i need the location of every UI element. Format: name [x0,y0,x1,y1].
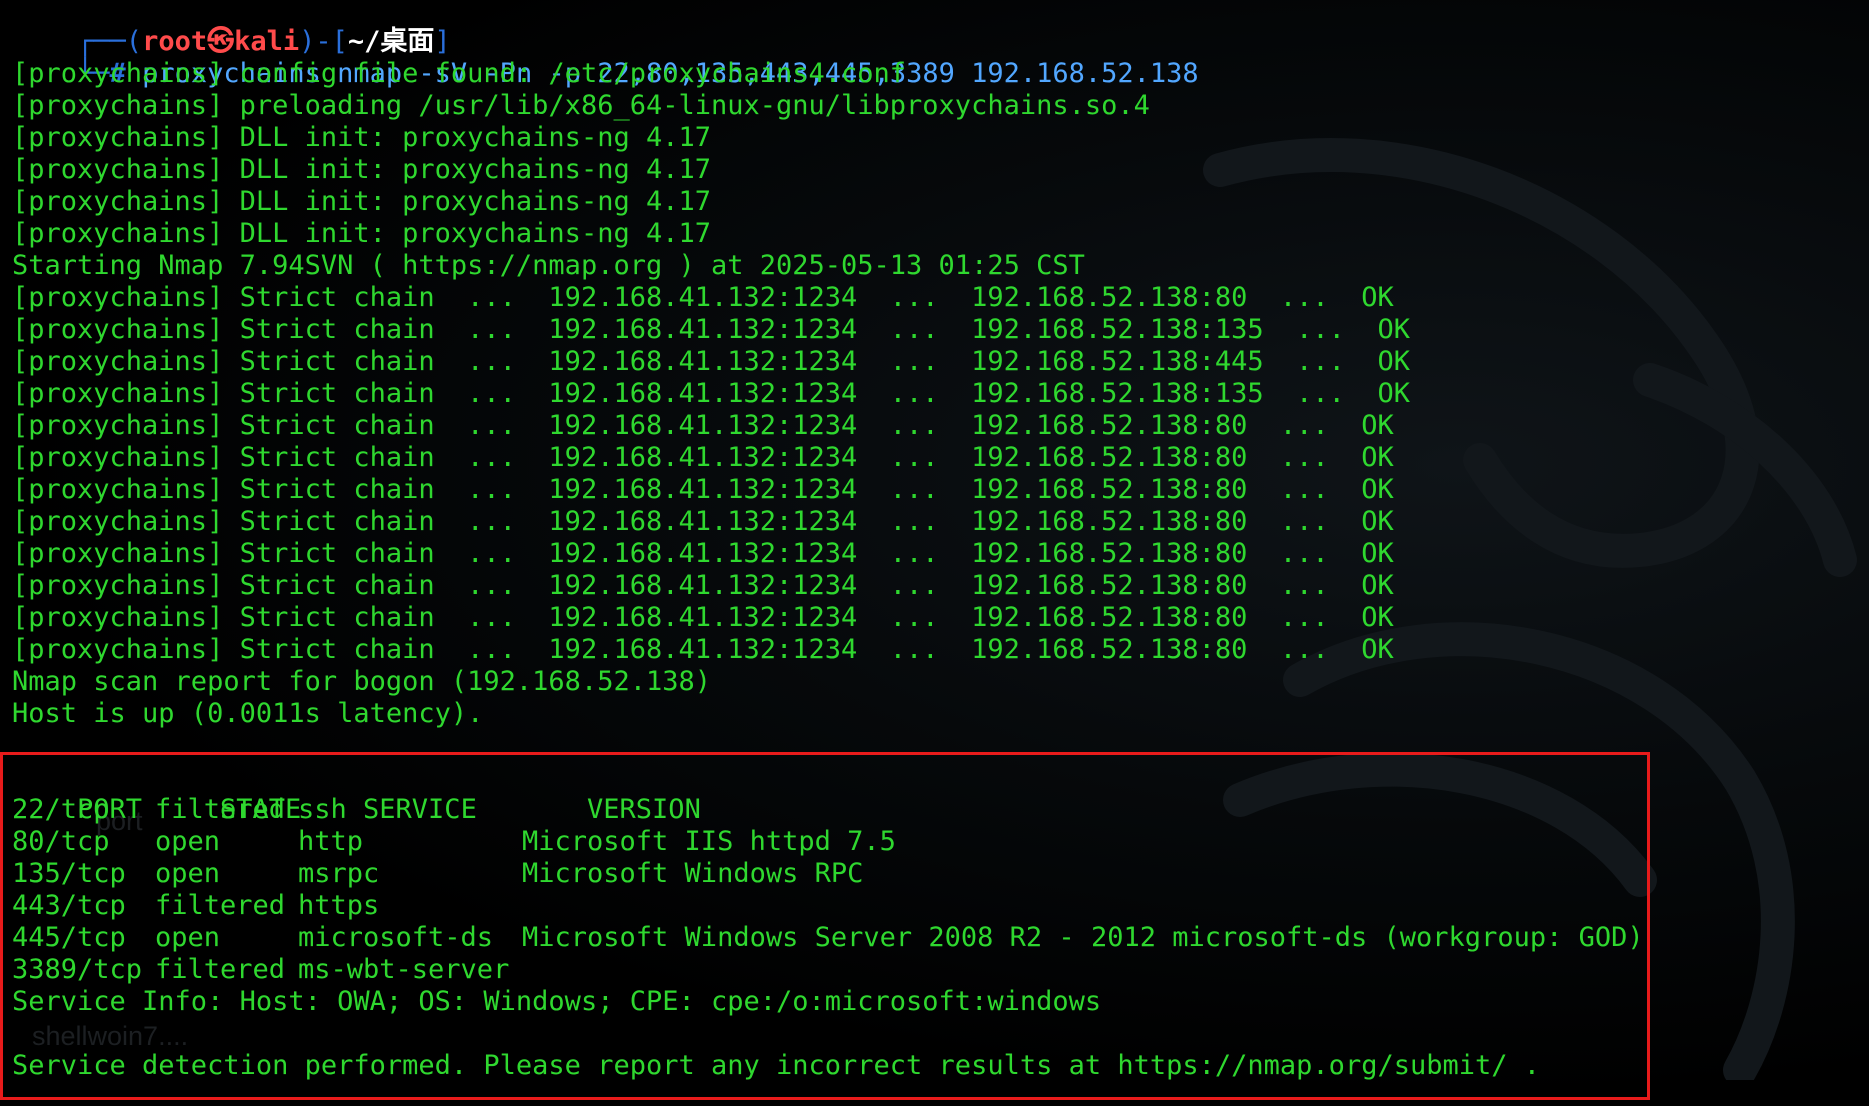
output-line: [proxychains] Strict chain ... 192.168.4… [12,474,1394,505]
output-line: [proxychains] Strict chain ... 192.168.4… [12,378,1410,409]
port-cell: 3389/tcp [12,954,143,985]
version-cell: Microsoft IIS httpd 7.5 [522,826,896,857]
output-line: [proxychains] Strict chain ... 192.168.4… [12,442,1394,473]
port-table-header: PORT STATE SERVICE VERSION [12,762,701,825]
output-line: [proxychains] DLL init: proxychains-ng 4… [12,218,711,249]
service-cell: https [298,890,380,921]
output-line: Host is up (0.0011s latency). [12,698,484,729]
service-cell: ssh [298,794,347,825]
state-cell: filtered [155,954,286,985]
state-cell: open [155,922,221,953]
table-row: 443/tcp filtered https [12,890,522,922]
command-line[interactable]: └─# proxychains nmap -sV -Pn -p 22,80,13… [12,26,1199,89]
output-line: [proxychains] DLL init: proxychains-ng 4… [12,154,711,185]
output-line: [proxychains] Strict chain ... 192.168.4… [12,634,1394,665]
output-line: [proxychains] Strict chain ... 192.168.4… [12,346,1410,377]
output-line: [proxychains] Strict chain ... 192.168.4… [12,602,1394,633]
prompt-line: ┌──(root㉿kali)-[~/桌面] [12,0,451,57]
terminal-window[interactable]: port shellwoin7.... ┌──(root㉿kali)-[~/桌面… [0,0,1869,1106]
output-line: [proxychains] DLL init: proxychains-ng 4… [12,122,711,153]
ghost-text: shellwoin7.... [32,1021,189,1051]
output-line: [proxychains] Strict chain ... 192.168.4… [12,282,1394,313]
output-line: [proxychains] Strict chain ... 192.168.4… [12,314,1410,345]
service-cell: ms-wbt-server [298,954,510,985]
version-cell: Microsoft Windows RPC [522,858,864,889]
table-row: 22/tcp filtered ssh [12,794,522,826]
footer-line: Service detection performed. Please repo… [12,1050,1541,1081]
service-info-line: Service Info: Host: OWA; OS: Windows; CP… [12,986,1102,1017]
port-cell: 80/tcp [12,826,110,857]
table-row: 135/tcp open msrpc Microsoft Windows RPC [12,858,863,890]
port-cell: 445/tcp [12,922,126,953]
port-cell: 443/tcp [12,890,126,921]
version-cell: Microsoft Windows Server 2008 R2 - 2012 … [522,922,1644,953]
table-header: VERSION [587,794,701,825]
output-line: [proxychains] Strict chain ... 192.168.4… [12,410,1394,441]
service-cell: http [298,826,364,857]
state-cell: filtered [155,890,286,921]
output-line: [proxychains] Strict chain ... 192.168.4… [12,538,1394,569]
output-line: [proxychains] DLL init: proxychains-ng 4… [12,186,711,217]
port-cell: 22/tcp [12,794,110,825]
output-line: Nmap scan report for bogon (192.168.52.1… [12,666,711,697]
output-line: [proxychains] preloading /usr/lib/x86_64… [12,90,1150,121]
state-cell: open [155,826,221,857]
service-cell: microsoft-ds [298,922,494,953]
output-line: [proxychains] Strict chain ... 192.168.4… [12,570,1394,601]
state-cell: open [155,858,221,889]
service-cell: msrpc [298,858,380,889]
output-line: [proxychains] config file found: /etc/pr… [12,58,907,89]
state-cell: filtered [155,794,286,825]
table-row: 3389/tcp filtered ms-wbt-server [12,954,522,986]
port-cell: 135/tcp [12,858,126,889]
table-row: 445/tcp open microsoft-ds Microsoft Windows… [12,922,1644,954]
output-line: Starting Nmap 7.94SVN ( https://nmap.org… [12,250,1085,281]
table-row: 80/tcp open http Microsoft IIS httpd 7.5 [12,826,896,858]
output-line: [proxychains] Strict chain ... 192.168.4… [12,506,1394,537]
